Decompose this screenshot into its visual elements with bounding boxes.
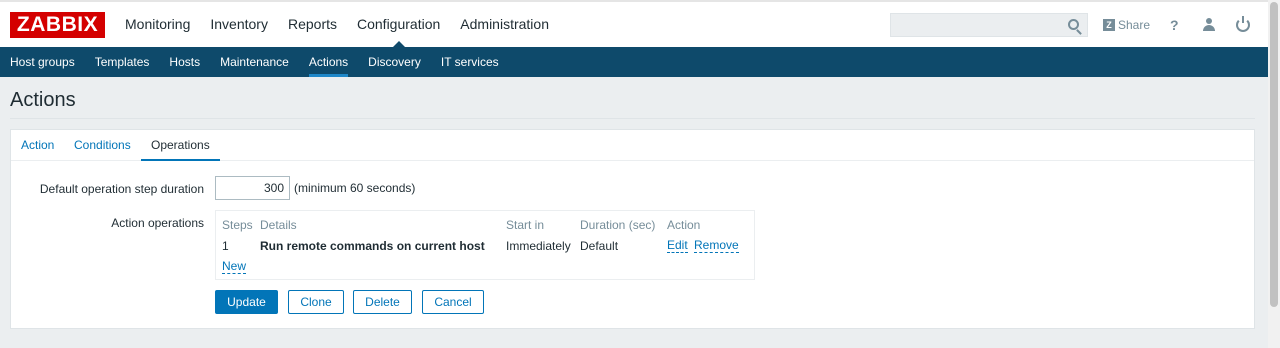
new-operation-link[interactable]: New	[222, 260, 247, 274]
main-menu-administration[interactable]: Administration	[450, 2, 559, 47]
page-title: Actions	[10, 89, 76, 111]
step-duration-input[interactable]: 300	[215, 176, 290, 200]
main-menu-reports[interactable]: Reports	[278, 2, 347, 47]
operations-table: Steps Details Start in Duration (sec) Ac…	[215, 210, 755, 280]
main-menu-configuration[interactable]: Configuration	[347, 2, 450, 48]
tab-action[interactable]: Action	[11, 130, 64, 161]
zabbix-logo[interactable]: ZABBIX	[10, 12, 105, 38]
col-header-details: Details	[260, 218, 297, 232]
operation-details: Run remote commands on current host	[260, 239, 485, 253]
operation-remove-link[interactable]: Remove	[694, 239, 739, 253]
action-form-panel: Action Conditions Operations Default ope…	[10, 129, 1255, 329]
main-menu-inventory[interactable]: Inventory	[200, 2, 278, 47]
sub-menu-discovery[interactable]: Discovery	[358, 47, 431, 77]
search-input[interactable]	[890, 13, 1088, 37]
main-menu: Monitoring Inventory Reports Configurati…	[115, 2, 559, 48]
tab-conditions[interactable]: Conditions	[64, 130, 141, 161]
operation-start-in: Immediately	[506, 239, 571, 253]
sub-menu-it-services[interactable]: IT services	[431, 47, 509, 77]
sub-menu-maintenance[interactable]: Maintenance	[210, 47, 299, 77]
clone-button[interactable]: Clone	[288, 290, 344, 314]
step-duration-label: Default operation step duration	[39, 182, 204, 196]
title-divider	[10, 118, 1255, 119]
sub-menu-templates[interactable]: Templates	[85, 47, 160, 77]
col-header-duration: Duration (sec)	[580, 218, 656, 232]
sub-menu-hosts[interactable]: Hosts	[159, 47, 210, 77]
tab-operations[interactable]: Operations	[141, 130, 220, 161]
action-operations-label: Action operations	[111, 216, 204, 230]
sub-menu-actions[interactable]: Actions	[299, 47, 358, 77]
step-duration-hint: (minimum 60 seconds)	[294, 181, 416, 195]
tab-bar: Action Conditions Operations	[11, 130, 1254, 161]
sub-menu: Host groups Templates Hosts Maintenance …	[0, 47, 1268, 77]
operation-step: 1	[222, 239, 229, 253]
update-button[interactable]: Update	[215, 290, 278, 314]
sign-out-icon[interactable]	[1236, 16, 1250, 32]
scrollbar-thumb[interactable]	[1270, 2, 1278, 307]
share-button[interactable]: Z Share	[1103, 17, 1150, 33]
help-icon[interactable]: ?	[1170, 17, 1179, 33]
cancel-button[interactable]: Cancel	[422, 290, 484, 314]
main-menu-monitoring[interactable]: Monitoring	[115, 2, 200, 47]
delete-button[interactable]: Delete	[353, 290, 412, 314]
sub-menu-host-groups[interactable]: Host groups	[0, 47, 85, 77]
share-label: Share	[1118, 18, 1151, 32]
page-scrollbar[interactable]	[1268, 0, 1280, 348]
col-header-start-in: Start in	[506, 218, 545, 232]
top-bar: ZABBIX Monitoring Inventory Reports Conf…	[0, 0, 1268, 48]
user-profile-icon[interactable]	[1202, 18, 1216, 32]
col-header-steps: Steps	[222, 218, 253, 232]
operation-edit-link[interactable]: Edit	[667, 239, 688, 253]
zabbix-share-icon: Z	[1103, 19, 1115, 31]
search-icon[interactable]	[1068, 19, 1079, 30]
col-header-action: Action	[667, 218, 701, 232]
operation-duration: Default	[580, 239, 619, 253]
